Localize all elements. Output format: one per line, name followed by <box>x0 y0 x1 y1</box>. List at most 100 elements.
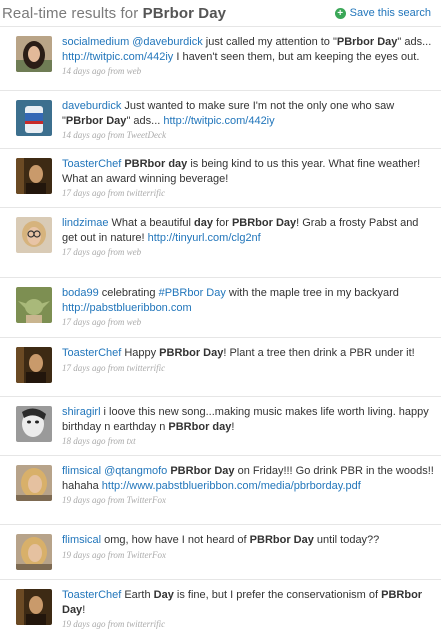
source-prefix: from <box>105 188 127 198</box>
save-search-label: Save this search <box>349 7 431 19</box>
tweet-text-segment: i loove this new song...making music mak… <box>62 406 429 433</box>
save-search-link[interactable]: + Save this search <box>334 7 431 19</box>
tweet-source[interactable]: web <box>127 317 142 327</box>
woman-blonde-icon[interactable] <box>16 465 52 501</box>
tweet-text-segment: What a beautiful <box>111 217 195 229</box>
tweet-username-link[interactable]: ToasterChef <box>62 158 121 170</box>
tweet-source[interactable]: web <box>127 247 142 257</box>
tweet-timestamp[interactable]: 17 days ago <box>62 363 106 373</box>
tweet-username-link[interactable]: daveburdick <box>62 100 121 112</box>
tweet-meta: 14 days ago from TweetDeck <box>62 130 435 140</box>
source-prefix: from <box>105 495 127 505</box>
man-dark-icon[interactable] <box>16 158 52 194</box>
query-match: PBRbor day <box>168 420 232 433</box>
url-link[interactable]: http://pabstblueribbon.com <box>62 302 192 314</box>
tweet-text-segment: with the maple tree in my backyard <box>225 287 399 299</box>
tweet-item: ToasterChef PBRbor day is being kind to u… <box>0 148 441 207</box>
mention-link[interactable]: @qtangmofo <box>104 465 167 477</box>
tweet-source[interactable]: TwitterFox <box>127 495 166 505</box>
tweet-timestamp[interactable]: 19 days ago <box>62 550 106 560</box>
man-dark-icon[interactable] <box>16 589 52 625</box>
tweet-timestamp[interactable]: 14 days ago <box>62 130 106 140</box>
tweet-source[interactable]: twitterrific <box>127 188 166 198</box>
tweet-text: ToasterChef Happy PBRbor Day! Plant a tre… <box>62 346 435 361</box>
plus-icon: + <box>334 7 346 19</box>
url-link[interactable]: http://tinyurl.com/clg2nf <box>148 232 261 244</box>
tweet-username-link[interactable]: flimsical <box>62 465 101 477</box>
tweet-text: socialmedium @daveburdick just called my … <box>62 35 435 64</box>
tweet-timestamp[interactable]: 17 days ago <box>62 188 106 198</box>
url-link[interactable]: http://www.pabstblueribbon.com/media/pbr… <box>102 480 361 492</box>
tweet-timestamp[interactable]: 18 days ago <box>62 436 106 446</box>
query-match: PBrbor Day <box>65 114 127 127</box>
tweet-source[interactable]: web <box>127 66 142 76</box>
search-query: PBrbor Day <box>142 4 227 22</box>
tweet-item: boda99 celebrating #PBRbor Day with the m… <box>0 277 441 337</box>
tweet-timestamp[interactable]: 19 days ago <box>62 619 106 629</box>
tweet-item: lindzimae What a beautiful day for PBRbor… <box>0 207 441 277</box>
source-prefix: from <box>105 317 127 327</box>
source-prefix: from <box>105 247 127 257</box>
tweet-timestamp[interactable]: 14 days ago <box>62 66 106 76</box>
results-title-prefix: Real-time results for <box>2 4 139 22</box>
tweet-item: shiragirl i loove this new song...making … <box>0 396 441 455</box>
tweet-username-link[interactable]: lindzimae <box>62 217 108 229</box>
tweet-username-link[interactable]: ToasterChef <box>62 347 121 359</box>
tweet-meta: 17 days ago from twitterrific <box>62 188 435 198</box>
tweet-text-segment: is fine, but I prefer the conservationis… <box>173 589 382 601</box>
tweet-text-segment: until today?? <box>313 534 380 546</box>
tweet-item: daveburdick Just wanted to make sure I'm … <box>0 90 441 148</box>
tweet-text-segment: just called my attention to " <box>202 36 337 48</box>
tweet-text-segment: ! Plant a tree then drink a PBR under it… <box>223 347 415 359</box>
tweet-username-link[interactable]: socialmedium <box>62 36 129 48</box>
url-link[interactable]: http://twitpic.com/442iy <box>163 115 274 127</box>
tweet-text: daveburdick Just wanted to make sure I'm … <box>62 99 435 128</box>
tweet-username-link[interactable]: shiragirl <box>62 406 101 418</box>
tweet-item: socialmedium @daveburdick just called my … <box>0 26 441 90</box>
tweet-text: flimsical omg, how have I not heard of PB… <box>62 533 435 548</box>
beer-can-icon[interactable] <box>16 100 52 136</box>
tweet-source[interactable]: twitterrific <box>127 619 166 629</box>
hashtag-link[interactable]: #PBRbor Day <box>159 287 226 299</box>
tweet-source[interactable]: TwitterFox <box>127 550 166 560</box>
tweet-timestamp[interactable]: 17 days ago <box>62 247 106 257</box>
tweet-source[interactable]: txt <box>127 436 136 446</box>
tweet-meta: 17 days ago from twitterrific <box>62 363 435 373</box>
mention-link[interactable]: @daveburdick <box>132 36 202 48</box>
tweet-item: ToasterChef Happy PBRbor Day! Plant a tre… <box>0 337 441 396</box>
query-match: PBRbor Day <box>249 534 314 546</box>
tweet-text-segment: Earth <box>124 589 154 601</box>
tweet-meta: 18 days ago from txt <box>62 436 435 446</box>
woman-dark-hair-icon[interactable] <box>16 36 52 72</box>
tweet-text: ToasterChef Earth Day is fine, but I pref… <box>62 588 435 617</box>
query-match: PBRbor Day <box>159 347 224 359</box>
tweet-source[interactable]: TweetDeck <box>127 130 166 140</box>
tweet-item: flimsical omg, how have I not heard of PB… <box>0 524 441 579</box>
tweet-text: boda99 celebrating #PBRbor Day with the m… <box>62 286 435 315</box>
bw-face-icon[interactable] <box>16 406 52 442</box>
tweet-timestamp[interactable]: 17 days ago <box>62 317 106 327</box>
tweet-username-link[interactable]: ToasterChef <box>62 589 121 601</box>
tweet-text-segment: Happy <box>124 347 160 359</box>
tweet-timestamp[interactable]: 19 days ago <box>62 495 106 505</box>
tweet-text-segment: omg, how have I not heard of <box>104 534 250 546</box>
tweet-source[interactable]: twitterrific <box>127 363 166 373</box>
source-prefix: from <box>105 619 127 629</box>
man-dark-icon[interactable] <box>16 347 52 383</box>
yoda-icon[interactable] <box>16 287 52 323</box>
url-link[interactable]: http://twitpic.com/442iy <box>62 51 173 63</box>
tweet-text: lindzimae What a beautiful day for PBRbor… <box>62 216 435 245</box>
tweet-username-link[interactable]: boda99 <box>62 287 99 299</box>
results-title: Real-time results for PBrbor Day <box>2 5 226 22</box>
tweet-username-link[interactable]: flimsical <box>62 534 101 546</box>
source-prefix: from <box>105 130 127 140</box>
tweet-meta: 19 days ago from TwitterFox <box>62 495 435 505</box>
tweet-text-segment: ! <box>231 420 235 433</box>
results-header: Real-time results for PBrbor Day + Save … <box>0 0 441 26</box>
tweet-text: shiragirl i loove this new song...making … <box>62 405 435 434</box>
tweet-text-segment: I haven't seen them, but am keeping the … <box>173 50 420 63</box>
query-match: PBRbor Day <box>170 465 235 477</box>
tweet-item: ToasterChef Earth Day is fine, but I pref… <box>0 579 441 631</box>
woman-glasses-icon[interactable] <box>16 217 52 253</box>
woman-blonde-icon[interactable] <box>16 534 52 570</box>
